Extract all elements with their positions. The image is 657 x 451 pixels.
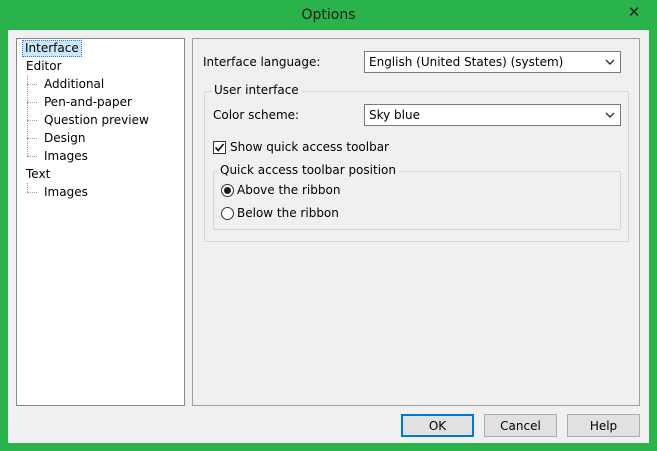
toolbar-position-group bbox=[213, 171, 621, 230]
tree-connector bbox=[27, 102, 37, 103]
tree-item-question-preview[interactable]: Question preview bbox=[42, 112, 151, 129]
show-quick-access-toolbar-label[interactable]: Show quick access toolbar bbox=[230, 140, 389, 154]
title-bar[interactable]: Options ✕ bbox=[0, 0, 657, 30]
chevron-down-icon bbox=[605, 112, 615, 118]
below-ribbon-label[interactable]: Below the ribbon bbox=[237, 206, 339, 220]
options-dialog: Options ✕ Interface Editor Additional Pe… bbox=[0, 0, 657, 451]
tree-connector bbox=[27, 75, 28, 156]
tree-item-editor[interactable]: Editor bbox=[24, 58, 64, 75]
below-ribbon-radio[interactable] bbox=[221, 207, 234, 220]
close-button[interactable]: ✕ bbox=[619, 1, 649, 22]
interface-language-label: Interface language: bbox=[203, 55, 321, 69]
tree-connector bbox=[27, 120, 37, 121]
tree-item-text-images[interactable]: Images bbox=[42, 184, 90, 201]
color-scheme-select[interactable]: Sky blue bbox=[364, 104, 621, 126]
dialog-client-area: Interface Editor Additional Pen-and-pape… bbox=[8, 30, 649, 443]
help-button[interactable]: Help bbox=[567, 414, 640, 437]
tree-connector bbox=[27, 84, 37, 85]
tree-connector bbox=[27, 156, 37, 157]
color-scheme-value: Sky blue bbox=[369, 108, 420, 122]
checkmark-icon bbox=[214, 143, 225, 152]
radio-selected-dot bbox=[224, 187, 231, 194]
tree-item-pen-and-paper[interactable]: Pen-and-paper bbox=[42, 94, 134, 111]
show-quick-access-toolbar-checkbox[interactable] bbox=[213, 141, 226, 154]
above-ribbon-label[interactable]: Above the ribbon bbox=[237, 183, 340, 197]
chevron-down-icon bbox=[605, 59, 615, 65]
options-tree[interactable]: Interface Editor Additional Pen-and-pape… bbox=[16, 38, 185, 406]
tree-connector bbox=[27, 138, 37, 139]
tree-item-interface[interactable]: Interface bbox=[22, 40, 82, 57]
tree-item-text[interactable]: Text bbox=[24, 166, 52, 183]
tree-item-design[interactable]: Design bbox=[42, 130, 87, 147]
ok-button[interactable]: OK bbox=[401, 414, 474, 437]
user-interface-group-title: User interface bbox=[211, 83, 302, 97]
tree-item-additional[interactable]: Additional bbox=[42, 76, 106, 93]
color-scheme-label: Color scheme: bbox=[213, 108, 300, 122]
tree-connector bbox=[27, 183, 28, 192]
tree-item-editor-images[interactable]: Images bbox=[42, 148, 90, 165]
tree-connector bbox=[27, 192, 37, 193]
above-ribbon-radio[interactable] bbox=[221, 184, 234, 197]
window-title: Options bbox=[301, 7, 356, 23]
interface-settings-panel: Interface language: English (United Stat… bbox=[192, 38, 640, 406]
cancel-button[interactable]: Cancel bbox=[484, 414, 557, 437]
toolbar-position-group-title: Quick access toolbar position bbox=[217, 163, 399, 177]
interface-language-value: English (United States) (system) bbox=[369, 55, 564, 69]
interface-language-select[interactable]: English (United States) (system) bbox=[364, 51, 621, 73]
close-icon: ✕ bbox=[627, 2, 641, 21]
